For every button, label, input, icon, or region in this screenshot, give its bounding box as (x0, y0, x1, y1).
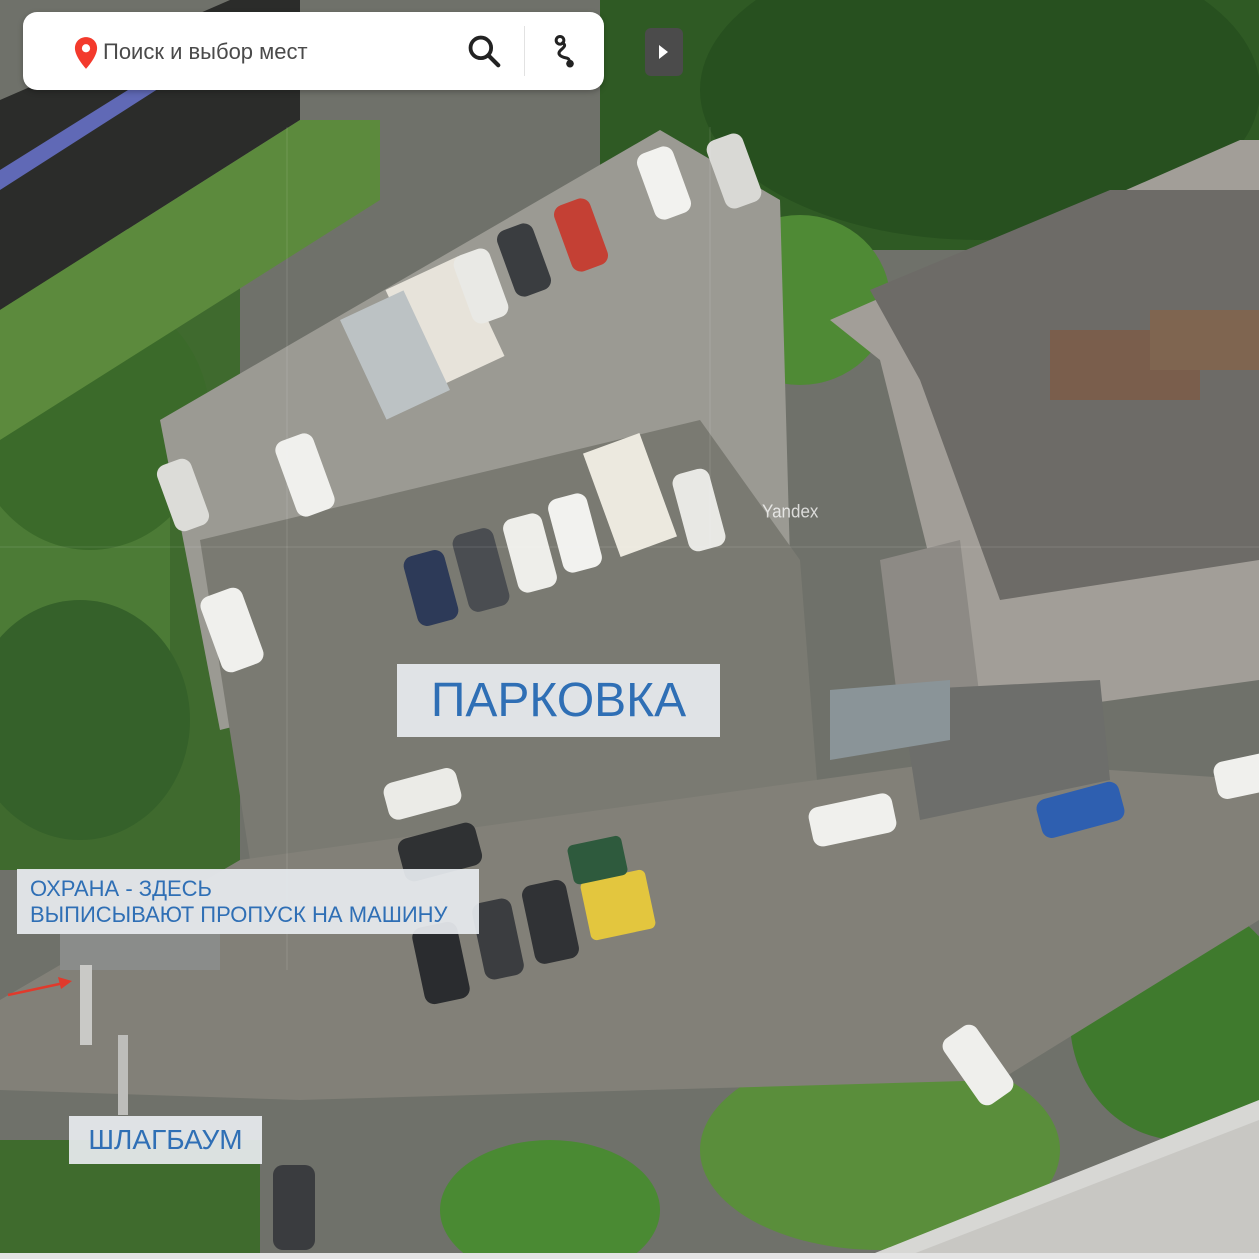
search-bar[interactable]: Поиск и выбор мест (23, 12, 604, 90)
search-icon[interactable] (465, 32, 503, 70)
panel-toggle-button[interactable] (645, 28, 683, 76)
search-input[interactable]: Поиск и выбор мест (103, 39, 308, 65)
security-label-line2: ВЫПИСЫВАЮТ ПРОПУСК НА МАШИНУ (30, 902, 448, 927)
barrier-label: ШЛАГБАУМ (69, 1116, 262, 1164)
location-pin-icon (74, 37, 98, 69)
parking-label: ПАРКОВКА (397, 664, 720, 737)
route-icon[interactable] (545, 32, 585, 72)
yandex-watermark: Yandex (762, 501, 819, 522)
play-right-icon (659, 45, 668, 59)
search-divider (524, 26, 525, 76)
satellite-map[interactable] (0, 0, 1259, 1259)
bottom-border (0, 1253, 1259, 1259)
security-label-line1: ОХРАНА - ЗДЕСЬ (30, 876, 212, 901)
arrow-icon (7, 977, 72, 997)
security-label: ОХРАНА - ЗДЕСЬ ВЫПИСЫВАЮТ ПРОПУСК НА МАШ… (17, 869, 479, 934)
